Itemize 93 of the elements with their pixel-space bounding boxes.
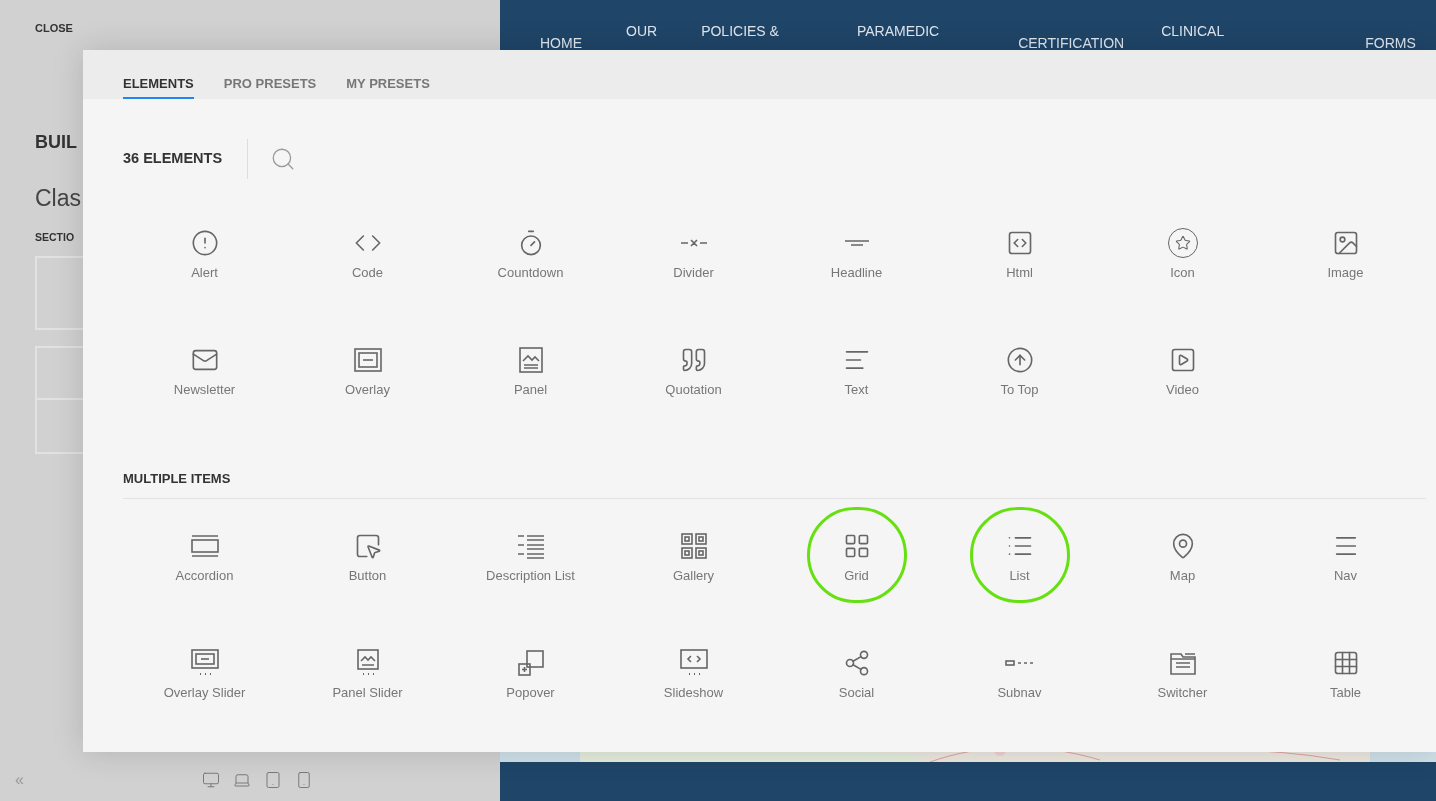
element-label: Code <box>351 264 384 282</box>
nav-link[interactable]: CLINICAL <box>1161 0 1225 38</box>
element-label: Description List <box>486 567 575 585</box>
tab[interactable]: MY PRESETS <box>346 77 430 99</box>
sidebar-title: Clas <box>35 186 81 210</box>
element-label: Switcher <box>1157 684 1208 702</box>
desktop-icon[interactable] <box>201 771 220 789</box>
slider-icon <box>189 649 220 677</box>
element-tile[interactable]: Panel Slider <box>286 640 449 757</box>
element-tile[interactable]: Map <box>1101 523 1264 640</box>
element-label: Subnav <box>997 684 1042 702</box>
element-label: Nav <box>1333 567 1358 585</box>
element-label: Icon <box>1170 264 1195 282</box>
element-tile[interactable]: Countdown <box>449 220 612 337</box>
element-label: Quotation <box>665 381 722 399</box>
element-tile[interactable]: Headline <box>775 220 938 337</box>
element-tile[interactable]: Gallery <box>612 523 775 640</box>
slideshow-icon <box>678 649 709 677</box>
divider-icon <box>679 239 708 247</box>
accordion-icon <box>189 532 220 560</box>
element-label: To Top <box>1000 381 1039 399</box>
element-tile[interactable]: Text <box>775 337 938 454</box>
description-list-icon <box>515 532 546 560</box>
element-tile[interactable]: Switcher <box>1101 640 1264 757</box>
element-label: Grid <box>844 567 869 585</box>
element-tile[interactable]: Subnav <box>938 640 1101 757</box>
element-tile[interactable]: List <box>938 523 1101 640</box>
element-label: Countdown <box>497 264 564 282</box>
element-tile[interactable]: Newsletter <box>123 337 286 454</box>
element-count: 36 ELEMENTS <box>123 149 223 169</box>
sidebar-heading: BUIL <box>35 132 77 151</box>
element-label: Newsletter <box>173 381 236 399</box>
element-tile[interactable]: Html <box>938 220 1101 337</box>
popover-icon <box>515 649 546 677</box>
headline-icon <box>843 240 870 246</box>
element-label: Social <box>838 684 875 702</box>
laptop-icon[interactable] <box>232 771 251 789</box>
nav-link[interactable]: CERTIFICATION <box>1018 0 1125 50</box>
element-label: Html <box>1006 264 1033 282</box>
element-label: Headline <box>830 264 883 282</box>
element-label: Overlay <box>345 381 390 399</box>
section-label: SECTIO <box>35 231 75 242</box>
nav-link[interactable]: PARAMEDIC <box>856 0 940 38</box>
element-label: Accordion <box>175 567 234 585</box>
element-label: Alert <box>191 264 218 282</box>
tablet-icon[interactable] <box>263 771 282 789</box>
element-tile[interactable]: Icon <box>1101 220 1264 337</box>
element-tile[interactable]: Table <box>1264 640 1427 757</box>
element-label: Slideshow <box>663 684 724 702</box>
element-label: Panel Slider <box>332 684 403 702</box>
element-tile[interactable]: Divider <box>612 220 775 337</box>
element-label: Table <box>1329 684 1362 702</box>
element-label: Panel <box>513 381 548 399</box>
element-label: Divider <box>673 264 714 282</box>
element-tile[interactable]: Alert <box>123 220 286 337</box>
element-tile[interactable]: Code <box>286 220 449 337</box>
element-tile[interactable]: To Top <box>938 337 1101 454</box>
element-label: Gallery <box>672 567 715 585</box>
element-label: Popover <box>506 684 555 702</box>
nav-link[interactable]: HOME <box>540 0 582 50</box>
nav-link[interactable]: FORMS <box>1365 0 1416 50</box>
element-tile[interactable]: Nav <box>1264 523 1427 640</box>
element-tile[interactable]: Grid <box>775 523 938 640</box>
gallery-icon <box>678 532 709 560</box>
element-tile[interactable]: Popover <box>449 640 612 757</box>
framed-panel-icon <box>352 346 383 374</box>
element-tile[interactable]: Overlay Slider <box>123 640 286 757</box>
close-button[interactable]: CLOSE <box>35 20 73 37</box>
element-tile[interactable]: Video <box>1101 337 1264 454</box>
element-tile[interactable]: Button <box>286 523 449 640</box>
alert-icon <box>190 229 219 257</box>
element-tile[interactable]: Slideshow <box>612 640 775 757</box>
tab[interactable]: PRO PRESETS <box>223 77 317 99</box>
element-label: Button <box>348 567 387 585</box>
tab[interactable]: ELEMENTS <box>123 77 194 99</box>
arrow-up-icon <box>1005 346 1034 374</box>
element-tile[interactable]: Social <box>775 640 938 757</box>
nav-link[interactable]: POLICIES & <box>701 0 779 38</box>
section-heading: MULTIPLE ITEMS <box>123 471 231 486</box>
element-tile[interactable]: Accordion <box>123 523 286 640</box>
element-label: Map <box>1169 567 1196 585</box>
nav-link[interactable]: OUR <box>626 0 658 38</box>
element-tile[interactable]: Quotation <box>612 337 775 454</box>
element-tile[interactable]: Panel <box>449 337 612 454</box>
element-label: Video <box>1166 381 1199 399</box>
element-tile[interactable]: Overlay <box>286 337 449 454</box>
element-label: List <box>1009 567 1030 585</box>
subnav-icon <box>1005 660 1034 666</box>
element-tile[interactable]: Image <box>1264 220 1427 337</box>
element-tile[interactable]: Description List <box>449 523 612 640</box>
element-label: Overlay Slider <box>163 684 246 702</box>
element-label: Text <box>844 381 869 399</box>
element-label: Image <box>1327 264 1364 282</box>
